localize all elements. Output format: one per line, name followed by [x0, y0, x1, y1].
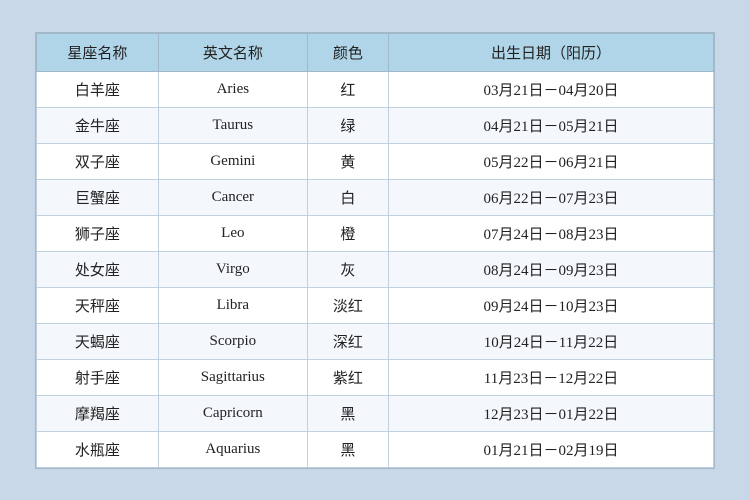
cell-date: 12月23日－01月22日: [389, 395, 714, 431]
cell-color: 紫红: [307, 359, 388, 395]
cell-color: 白: [307, 179, 388, 215]
cell-chinese: 金牛座: [37, 107, 159, 143]
cell-chinese: 狮子座: [37, 215, 159, 251]
cell-english: Scorpio: [158, 323, 307, 359]
cell-english: Aries: [158, 71, 307, 107]
header-date: 出生日期（阳历）: [389, 33, 714, 71]
cell-english: Cancer: [158, 179, 307, 215]
cell-chinese: 摩羯座: [37, 395, 159, 431]
cell-english: Leo: [158, 215, 307, 251]
table-row: 射手座Sagittarius紫红11月23日－12月22日: [37, 359, 714, 395]
cell-date: 04月21日－05月21日: [389, 107, 714, 143]
table-row: 摩羯座Capricorn黑12月23日－01月22日: [37, 395, 714, 431]
cell-color: 绿: [307, 107, 388, 143]
cell-chinese: 巨蟹座: [37, 179, 159, 215]
cell-date: 05月22日－06月21日: [389, 143, 714, 179]
cell-color: 红: [307, 71, 388, 107]
cell-color: 橙: [307, 215, 388, 251]
cell-date: 08月24日－09月23日: [389, 251, 714, 287]
table-row: 处女座Virgo灰08月24日－09月23日: [37, 251, 714, 287]
table-row: 狮子座Leo橙07月24日－08月23日: [37, 215, 714, 251]
cell-date: 03月21日－04月20日: [389, 71, 714, 107]
table-row: 水瓶座Aquarius黑01月21日－02月19日: [37, 431, 714, 467]
cell-english: Aquarius: [158, 431, 307, 467]
table-body: 白羊座Aries红03月21日－04月20日金牛座Taurus绿04月21日－0…: [37, 71, 714, 467]
cell-chinese: 白羊座: [37, 71, 159, 107]
cell-date: 09月24日－10月23日: [389, 287, 714, 323]
cell-color: 淡红: [307, 287, 388, 323]
cell-date: 11月23日－12月22日: [389, 359, 714, 395]
cell-english: Capricorn: [158, 395, 307, 431]
cell-date: 07月24日－08月23日: [389, 215, 714, 251]
cell-date: 06月22日－07月23日: [389, 179, 714, 215]
cell-color: 黑: [307, 395, 388, 431]
cell-chinese: 天秤座: [37, 287, 159, 323]
header-color: 颜色: [307, 33, 388, 71]
table-row: 巨蟹座Cancer白06月22日－07月23日: [37, 179, 714, 215]
cell-english: Taurus: [158, 107, 307, 143]
cell-english: Gemini: [158, 143, 307, 179]
cell-english: Sagittarius: [158, 359, 307, 395]
zodiac-table: 星座名称 英文名称 颜色 出生日期（阳历） 白羊座Aries红03月21日－04…: [36, 33, 714, 468]
cell-chinese: 双子座: [37, 143, 159, 179]
cell-date: 01月21日－02月19日: [389, 431, 714, 467]
cell-chinese: 天蝎座: [37, 323, 159, 359]
table-header-row: 星座名称 英文名称 颜色 出生日期（阳历）: [37, 33, 714, 71]
cell-date: 10月24日－11月22日: [389, 323, 714, 359]
cell-english: Virgo: [158, 251, 307, 287]
header-chinese: 星座名称: [37, 33, 159, 71]
table-row: 双子座Gemini黄05月22日－06月21日: [37, 143, 714, 179]
cell-english: Libra: [158, 287, 307, 323]
cell-chinese: 水瓶座: [37, 431, 159, 467]
table-row: 白羊座Aries红03月21日－04月20日: [37, 71, 714, 107]
cell-color: 深红: [307, 323, 388, 359]
cell-color: 黑: [307, 431, 388, 467]
table-row: 天秤座Libra淡红09月24日－10月23日: [37, 287, 714, 323]
table-row: 天蝎座Scorpio深红10月24日－11月22日: [37, 323, 714, 359]
cell-color: 灰: [307, 251, 388, 287]
header-english: 英文名称: [158, 33, 307, 71]
cell-chinese: 射手座: [37, 359, 159, 395]
zodiac-table-container: 星座名称 英文名称 颜色 出生日期（阳历） 白羊座Aries红03月21日－04…: [35, 32, 715, 469]
cell-chinese: 处女座: [37, 251, 159, 287]
table-row: 金牛座Taurus绿04月21日－05月21日: [37, 107, 714, 143]
cell-color: 黄: [307, 143, 388, 179]
